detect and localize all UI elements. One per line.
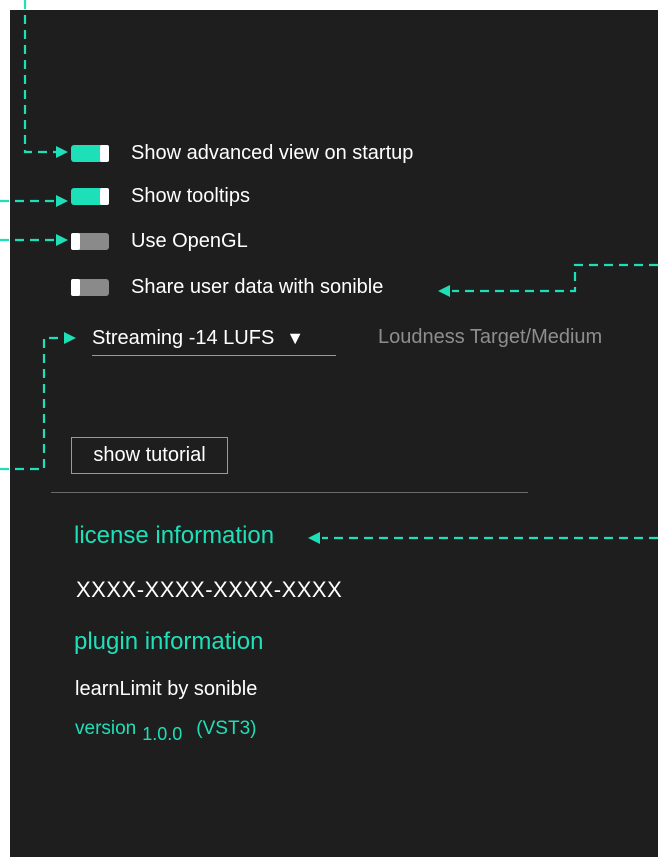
- version-number: 1.0.0: [142, 724, 183, 744]
- plugin-name: learnLimit by sonible: [75, 678, 258, 700]
- plugin-version: version 1.0.0 (VST3): [75, 718, 257, 744]
- loudness-target-dropdown[interactable]: Streaming -14 LUFS ▼: [92, 321, 336, 356]
- toggle-row-advanced-view[interactable]: Show advanced view on startup: [71, 142, 413, 165]
- toggle-knob: [71, 279, 80, 296]
- opengl-toggle[interactable]: [71, 233, 109, 250]
- license-key: XXXX-XXXX-XXXX-XXXX: [76, 577, 343, 602]
- plugin-information-title: plugin information: [74, 628, 264, 655]
- dropdown-arrow-icon: ▼: [286, 327, 305, 348]
- tooltips-label: Show tooltips: [131, 185, 250, 207]
- toggle-knob: [100, 188, 109, 205]
- opengl-label: Use OpenGL: [131, 230, 248, 252]
- loudness-target-description: Loudness Target/Medium: [378, 326, 603, 348]
- toggle-row-opengl[interactable]: Use OpenGL: [71, 230, 248, 253]
- plugin-format: (VST3): [196, 718, 257, 739]
- toggle-knob: [100, 145, 109, 162]
- share-data-label: Share user data with sonible: [131, 276, 384, 298]
- toggle-knob: [71, 233, 80, 250]
- version-label: version: [75, 718, 137, 739]
- license-information-title: license information: [74, 522, 275, 549]
- toggle-row-share-data[interactable]: Share user data with sonible: [71, 276, 383, 299]
- share-data-toggle[interactable]: [71, 279, 109, 296]
- show-tutorial-button[interactable]: show tutorial: [71, 437, 228, 474]
- toggle-row-tooltips[interactable]: Show tooltips: [71, 185, 250, 208]
- advanced-view-label: Show advanced view on startup: [131, 142, 414, 164]
- loudness-target-value: Streaming -14 LUFS: [92, 326, 275, 349]
- advanced-view-toggle[interactable]: [71, 145, 109, 162]
- settings-panel: Show advanced view on startup Show toolt…: [10, 10, 658, 857]
- tooltips-toggle[interactable]: [71, 188, 109, 205]
- divider: [51, 492, 528, 493]
